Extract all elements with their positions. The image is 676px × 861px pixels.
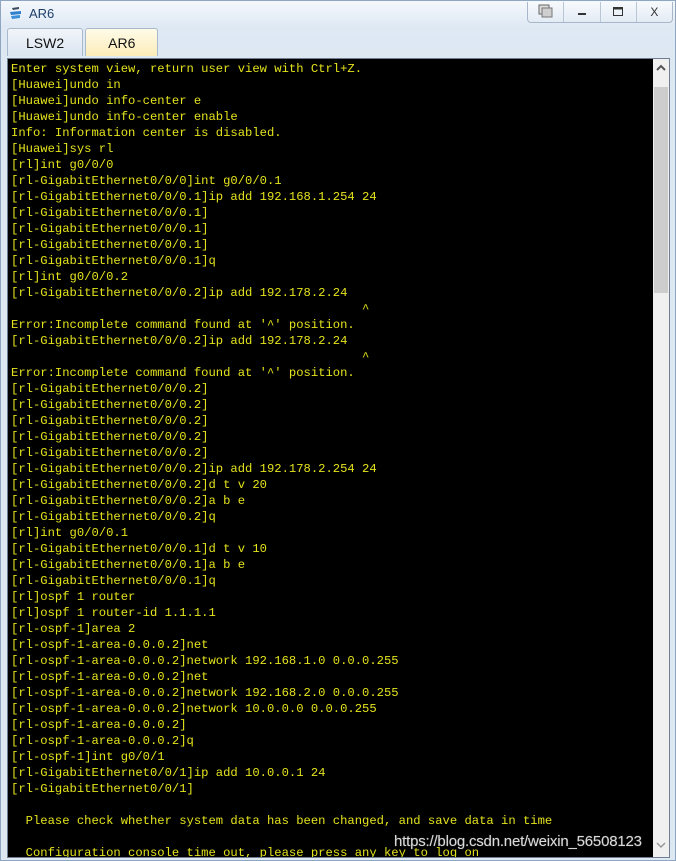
- console-line: [rl-GigabitEthernet0/0/0.1]a b e: [11, 558, 246, 572]
- console-line: [rl-GigabitEthernet0/0/0.2]ip add 192.17…: [11, 334, 348, 348]
- console-line: [rl-GigabitEthernet0/0/1]: [11, 782, 194, 796]
- tab-lsw2[interactable]: LSW2: [7, 28, 84, 56]
- console-line: [rl-GigabitEthernet0/0/0.2]: [11, 446, 209, 460]
- console-line: [rl-ospf-1-area-0.0.0.2]: [11, 718, 187, 732]
- console-line: [rl-GigabitEthernet0/0/0.1]ip add 192.16…: [11, 190, 377, 204]
- console-line: [rl]int g0/0/0.2: [11, 270, 129, 284]
- console-line: [rl-GigabitEthernet0/0/0.2]d t v 20: [11, 478, 267, 492]
- close-button[interactable]: X: [635, 2, 672, 22]
- minimize-icon: [576, 5, 588, 20]
- console-line: [rl-ospf-1-area-0.0.0.2]q: [11, 734, 194, 748]
- console-line: [rl-GigabitEthernet0/0/1]ip add 10.0.0.1…: [11, 766, 326, 780]
- tab-label: LSW2: [26, 34, 65, 51]
- scroll-thumb[interactable]: [654, 87, 668, 293]
- tab-label: AR6: [108, 34, 136, 51]
- console-line: ^: [11, 302, 370, 316]
- minimize-button[interactable]: [563, 2, 599, 22]
- console-line: [rl]int g0/0/0.1: [11, 526, 129, 540]
- close-icon: X: [650, 5, 659, 19]
- console-line: [rl]ospf 1 router: [11, 590, 136, 604]
- console-line: [rl-ospf-1-area-0.0.0.2]net: [11, 638, 209, 652]
- console-line: [rl]ospf 1 router-id 1.1.1.1: [11, 606, 216, 620]
- console-line: [rl-GigabitEthernet0/0/0.2]a b e: [11, 494, 246, 508]
- console-line: ^: [11, 350, 370, 364]
- console-line: [rl-GigabitEthernet0/0/0.1]: [11, 206, 209, 220]
- console-line: [rl-GigabitEthernet0/0/0.2]ip add 192.17…: [11, 286, 348, 300]
- console-line: [rl-GigabitEthernet0/0/0.1]d t v 10: [11, 542, 267, 556]
- maximize-icon: [612, 5, 624, 20]
- console-line: [rl-ospf-1]int g0/0/1: [11, 750, 165, 764]
- console-line: [rl-GigabitEthernet0/0/0.1]: [11, 222, 209, 236]
- scroll-up-button[interactable]: [653, 59, 669, 77]
- console-output[interactable]: Enter system view, return user view with…: [7, 58, 654, 858]
- console-line: Error:Incomplete command found at '^' po…: [11, 318, 355, 332]
- console-line: [rl-GigabitEthernet0/0/0.1]: [11, 238, 209, 252]
- watermark-url: https://blog.csdn.net/weixin_56508123: [394, 833, 642, 850]
- console-line: [rl-GigabitEthernet0/0/0.2]ip add 192.17…: [11, 462, 377, 476]
- console-line: [rl-GigabitEthernet0/0/0.2]q: [11, 510, 216, 524]
- console-line: [rl-GigabitEthernet0/0/0.1]q: [11, 254, 216, 268]
- console-line: Enter system view, return user view with…: [11, 62, 363, 76]
- chevron-up-icon: [656, 62, 666, 74]
- title-bar[interactable]: AR6 X: [1, 1, 675, 26]
- console-line: [rl-ospf-1-area-0.0.0.2]network 192.168.…: [11, 654, 399, 668]
- window-title: AR6: [29, 6, 55, 21]
- console-line: [rl-ospf-1-area-0.0.0.2]network 10.0.0.0…: [11, 702, 377, 716]
- tab-ar6[interactable]: AR6: [85, 28, 159, 56]
- console-line: Info: Information center is disabled.: [11, 126, 282, 140]
- console-line: [Huawei]undo info-center enable: [11, 110, 238, 124]
- ensp-app-icon: [9, 6, 23, 20]
- console-lines: Enter system view, return user view with…: [11, 61, 553, 857]
- console-line: Error:Incomplete command found at '^' po…: [11, 366, 355, 380]
- console-line: [rl-GigabitEthernet0/0/0.2]: [11, 382, 209, 396]
- console-line: [rl-GigabitEthernet0/0/0]int g0/0/0.1: [11, 174, 282, 188]
- console-line: [rl]int g0/0/0: [11, 158, 114, 172]
- console-line: [rl-GigabitEthernet0/0/0.1]q: [11, 574, 216, 588]
- restore-button[interactable]: [528, 2, 563, 22]
- maximize-button[interactable]: [599, 2, 636, 22]
- device-tabs: LSW2 AR6: [7, 28, 160, 56]
- console-line: [Huawei]sys rl: [11, 142, 114, 156]
- console-line: [rl-ospf-1-area-0.0.0.2]net: [11, 670, 209, 684]
- restore-icon: [538, 4, 554, 21]
- console-line: [rl-GigabitEthernet0/0/0.2]: [11, 398, 209, 412]
- vertical-scrollbar[interactable]: [653, 58, 670, 858]
- scroll-down-button[interactable]: [653, 839, 669, 855]
- console-line: [rl-GigabitEthernet0/0/0.2]: [11, 414, 209, 428]
- console-line: [Huawei]undo info-center e: [11, 94, 202, 108]
- console-line: [rl-GigabitEthernet0/0/0.2]: [11, 430, 209, 444]
- console-line: Please check whether system data has bee…: [11, 814, 553, 828]
- console-line: [rl-ospf-1-area-0.0.0.2]network 192.168.…: [11, 686, 399, 700]
- console-line: [rl-ospf-1]area 2: [11, 622, 136, 636]
- console-line: [Huawei]undo in: [11, 78, 121, 92]
- window-controls: X: [527, 2, 673, 23]
- chevron-down-icon: [656, 841, 666, 852]
